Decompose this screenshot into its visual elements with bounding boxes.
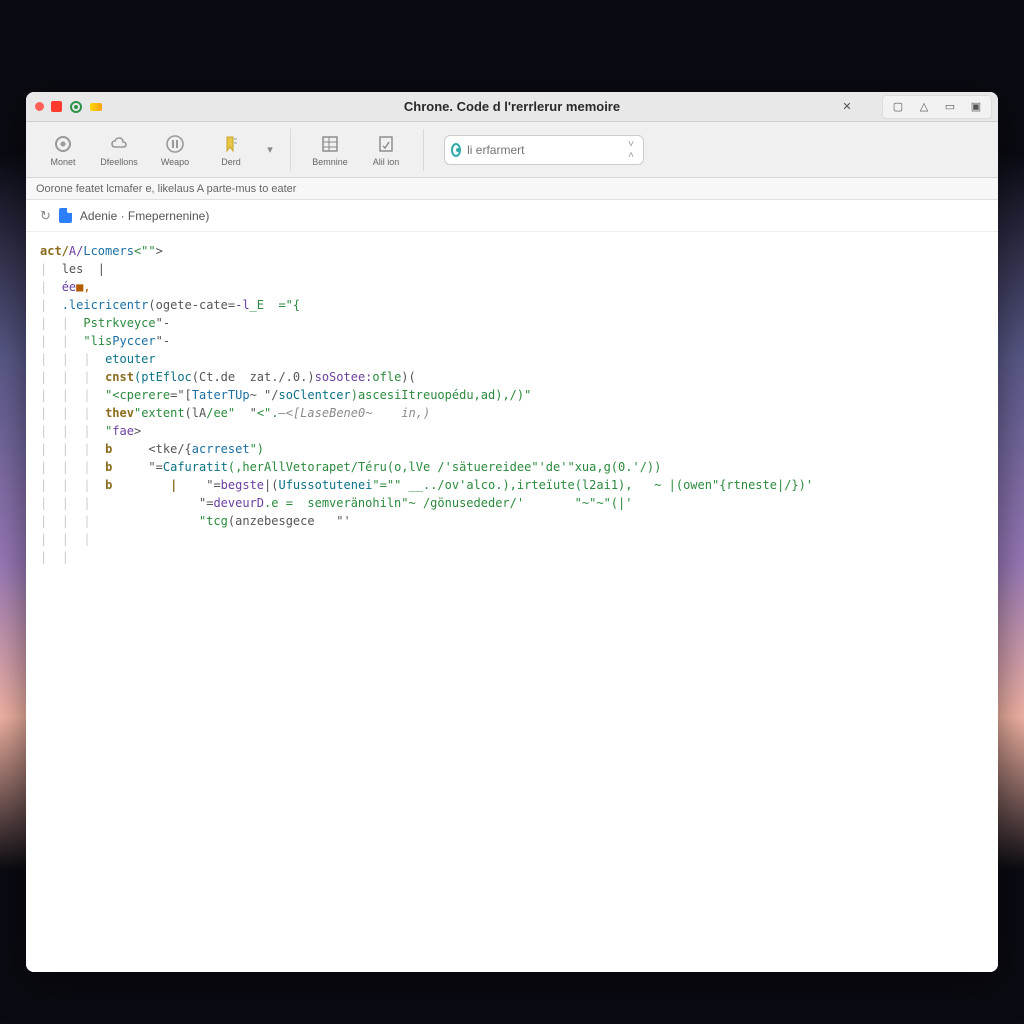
bookmark-icon: [220, 133, 242, 155]
code-line: | ée■,: [40, 278, 984, 296]
code-line: | | | thev"extent(lA/ee" "<".—<[LaseBene…: [40, 404, 984, 422]
toolbar-button-alilion[interactable]: Alil ion: [359, 129, 413, 171]
code-line: | | | "<cperere="[TaterTUp~ "/soClentcer…: [40, 386, 984, 404]
doc-icon: [375, 133, 397, 155]
status-strip: Oorone featet lcmafer e, likelaus A part…: [26, 178, 998, 200]
breadcrumb-file[interactable]: Adenie · Fmepernenine): [80, 209, 209, 223]
toolbar: Monet Dfeellons Weapo Derd ▾ Bemnine: [26, 122, 998, 178]
toolbar-dropdown[interactable]: ▾: [260, 129, 280, 171]
status-text: Oorone featet lcmafer e, likelaus A part…: [36, 183, 296, 195]
toolbar-button-bemnine[interactable]: Bemnine: [303, 129, 357, 171]
tool-icon-2[interactable]: △: [913, 98, 935, 116]
code-line: | |: [40, 548, 984, 566]
window-controls: ✕ ▢ △ ▭ ▣: [836, 95, 992, 119]
search-icon: [451, 143, 461, 157]
target-icon: [52, 133, 74, 155]
code-line: | | |: [40, 530, 984, 548]
toolbar-button-derd[interactable]: Derd: [204, 129, 258, 171]
record-icon[interactable]: [70, 101, 82, 113]
file-icon: [59, 208, 72, 223]
search-input[interactable]: [467, 143, 622, 157]
code-editor[interactable]: act/A/Lcomers<"">| les || ée■,| .leicric…: [26, 232, 998, 972]
close-icon[interactable]: [36, 103, 43, 110]
tool-icon-1[interactable]: ▢: [887, 98, 909, 116]
code-line: | | | b "=Cafuratit(,herAllVetorapet/Tér…: [40, 458, 984, 476]
pause-icon: [164, 133, 186, 155]
app-window: Chrone. Code d l'rerrlerur memoire ✕ ▢ △…: [26, 92, 998, 972]
toolbar-group-1: Monet Dfeellons Weapo Derd ▾: [36, 129, 291, 171]
grid-icon: [319, 133, 341, 155]
code-line: | les |: [40, 260, 984, 278]
status-icon: [90, 103, 102, 111]
traffic-lights: [26, 101, 102, 113]
code-line: | | | b <tke/{acrreset"): [40, 440, 984, 458]
code-line: | | | "tcg(anzebesgece "': [40, 512, 984, 530]
code-line: | | | "=deveurD.e = semveränohiln"~ /gön…: [40, 494, 984, 512]
tool-icon-3[interactable]: ▭: [939, 98, 961, 116]
code-line: | | "lisPyccer"-: [40, 332, 984, 350]
toolbar-button-dfeellons[interactable]: Dfeellons: [92, 129, 146, 171]
search-container: ˅ ˄: [444, 135, 654, 165]
close-window-icon[interactable]: ✕: [836, 98, 858, 116]
code-line: | | Pstrkveyce"-: [40, 314, 984, 332]
cloud-icon: [108, 133, 130, 155]
code-line: | | | "fae>: [40, 422, 984, 440]
code-line: act/A/Lcomers<"">: [40, 242, 984, 260]
breadcrumb: ↻ Adenie · Fmepernenine): [26, 200, 998, 232]
toolbar-button-weapo[interactable]: Weapo: [148, 129, 202, 171]
code-line: | | | etouter: [40, 350, 984, 368]
toolbar-group-2: Bemnine Alil ion: [303, 129, 424, 171]
tool-icon-4[interactable]: ▣: [965, 98, 987, 116]
code-line: | .leicricentr(ogete-cate=-l_E ="{: [40, 296, 984, 314]
code-line: | | | cnst(ptEfloc(Ct.de zat./.0.)soSote…: [40, 368, 984, 386]
titlebar: Chrone. Code d l'rerrlerur memoire ✕ ▢ △…: [26, 92, 998, 122]
reload-icon[interactable]: ↻: [40, 208, 51, 224]
code-line: | | | b | "=begste|(Ufussotutenei"="" __…: [40, 476, 984, 494]
search-field[interactable]: ˅ ˄: [444, 135, 644, 165]
stop-icon[interactable]: [51, 101, 62, 112]
search-nav[interactable]: ˅ ˄: [628, 139, 637, 161]
toolbar-button-monet[interactable]: Monet: [36, 129, 90, 171]
